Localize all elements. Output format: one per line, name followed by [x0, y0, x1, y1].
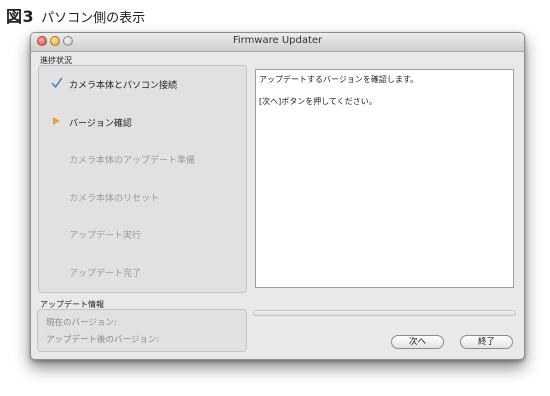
title-bar[interactable]: Firmware Updater [31, 33, 524, 52]
step-label: カメラ本体のアップデート準備 [69, 156, 196, 166]
next-button[interactable]: 次へ [391, 335, 444, 349]
step-label: アップデート完了 [69, 269, 142, 279]
step-item: カメラ本体のリセット [39, 188, 246, 206]
step-label: カメラ本体とパソコン接続 [69, 81, 178, 91]
step-item: カメラ本体のアップデート準備 [39, 150, 246, 168]
steps-panel: カメラ本体とパソコン接続 バージョン確認 カメラ本体のアップデート準備 カメラ本… [38, 65, 247, 293]
update-info-panel: 現在のバージョン: アップデート後のバージョン: [37, 309, 247, 352]
figure-caption: パソコン側の表示 [41, 11, 146, 26]
step-item: アップデート完了 [39, 263, 246, 281]
quit-button[interactable]: 終了 [460, 335, 513, 349]
step-item: カメラ本体とパソコン接続 [39, 75, 246, 93]
firmware-updater-window: Firmware Updater 進捗状況 カメラ本体とパソコン接続 バージョン… [30, 32, 525, 360]
message-line: アップデートするバージョンを確認します。 [259, 75, 419, 84]
step-label: カメラ本体のリセット [69, 194, 160, 204]
message-line: [次へ]ボタンを押してください。 [259, 97, 377, 106]
window-title: Firmware Updater [232, 35, 323, 46]
after-version-label: アップデート後のバージョン: [46, 335, 160, 345]
figure-title: 図3 パソコン側の表示 [6, 3, 146, 26]
figure-number: 図3 [6, 7, 35, 26]
progress-bar [253, 310, 516, 316]
step-label: バージョン確認 [69, 119, 132, 129]
step-label: アップデート実行 [69, 231, 142, 241]
checkmark-icon [51, 77, 63, 89]
message-box[interactable]: アップデートするバージョンを確認します。 [次へ]ボタンを押してください。 [255, 69, 514, 288]
current-version-label: 現在のバージョン: [46, 318, 117, 328]
current-step-arrow-icon [51, 115, 63, 127]
step-item: バージョン確認 [39, 113, 246, 131]
step-item: アップデート実行 [39, 225, 246, 243]
